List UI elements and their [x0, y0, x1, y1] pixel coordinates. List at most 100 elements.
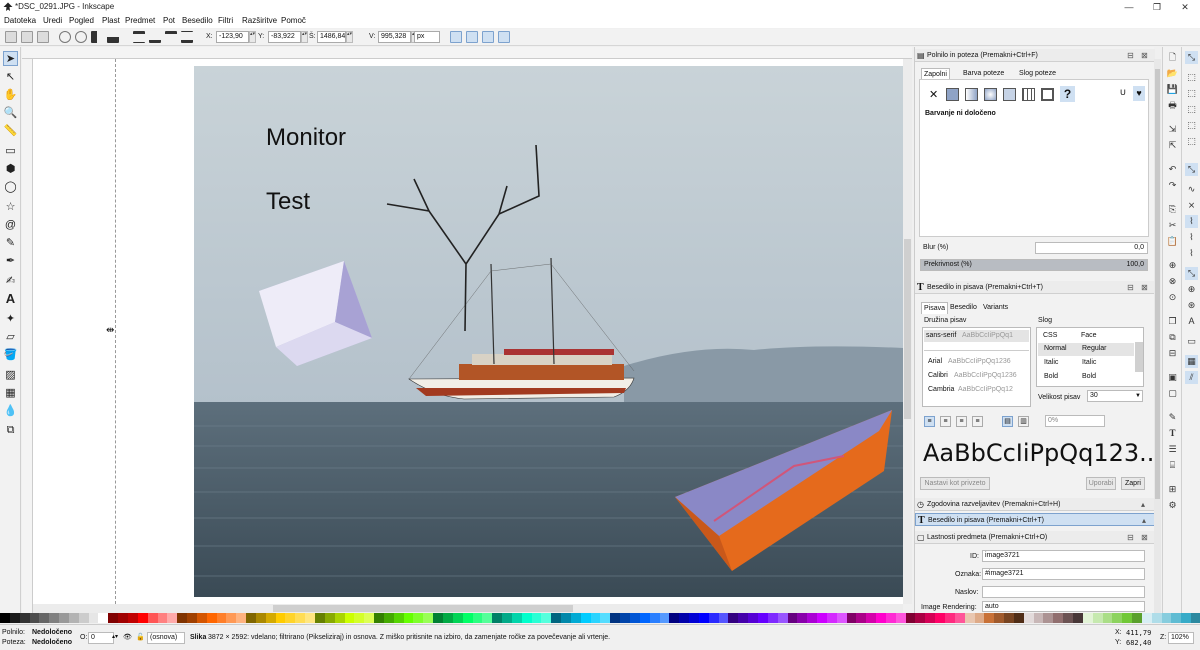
mesh-gradient-icon[interactable] — [1003, 88, 1016, 101]
color-swatch[interactable] — [295, 613, 306, 623]
color-swatch[interactable] — [1151, 613, 1162, 623]
dropper-tool-icon[interactable]: 💧 — [3, 403, 18, 418]
color-swatch[interactable] — [285, 613, 296, 623]
color-swatch[interactable] — [994, 613, 1005, 623]
color-swatch[interactable] — [49, 613, 60, 623]
embedded-photo[interactable]: Monitor Test — [194, 66, 903, 597]
color-swatch[interactable] — [767, 613, 778, 623]
horizontal-scroll-thumb[interactable] — [273, 605, 573, 612]
color-swatch[interactable] — [757, 613, 768, 623]
color-swatch[interactable] — [531, 613, 542, 623]
color-swatch[interactable] — [492, 613, 503, 623]
menu-uredi[interactable]: Uredi — [43, 16, 62, 25]
color-swatch[interactable] — [1191, 613, 1200, 623]
color-swatch[interactable] — [817, 613, 827, 623]
color-swatch[interactable] — [413, 613, 424, 623]
opacity-spinner[interactable]: ▴▾ — [112, 633, 118, 640]
import-icon[interactable]: ⇲ — [1166, 123, 1179, 136]
snap-others-icon[interactable]: ⤡ — [1185, 267, 1198, 280]
zoom-drawing-icon[interactable]: ⊗ — [1166, 275, 1179, 288]
maximize-button[interactable]: ❐ — [1143, 1, 1171, 13]
resize-handle-icon[interactable]: ⇹ — [106, 325, 114, 336]
paint-bucket-tool-icon[interactable]: 🪣 — [3, 347, 18, 362]
color-swatch[interactable] — [1043, 613, 1054, 623]
color-swatch[interactable] — [78, 613, 89, 623]
color-swatch[interactable] — [393, 613, 404, 623]
color-swatch[interactable] — [541, 613, 552, 623]
menu-pot[interactable]: Pot — [163, 16, 175, 25]
color-swatch[interactable] — [698, 613, 709, 623]
snap-bbox-center-icon[interactable]: ⬚ — [1185, 135, 1198, 148]
tab-variants[interactable]: Variants — [981, 302, 1010, 313]
menu-predmet[interactable]: Predmet — [125, 16, 155, 25]
color-swatch[interactable] — [1102, 613, 1113, 623]
color-swatch[interactable] — [157, 613, 168, 623]
scale-stroke-icon[interactable] — [450, 31, 462, 43]
color-swatch[interactable] — [649, 613, 660, 623]
color-swatch[interactable] — [137, 613, 148, 623]
group-icon[interactable]: ▣ — [1166, 371, 1179, 384]
tab-slog-poteze[interactable]: Slog poteze — [1017, 68, 1058, 79]
color-swatch[interactable] — [895, 613, 906, 623]
snap-paths-icon[interactable]: ∿ — [1185, 183, 1198, 196]
color-swatch[interactable] — [945, 613, 955, 623]
export-icon[interactable]: ⇱ — [1166, 139, 1179, 152]
flat-color-icon[interactable] — [946, 88, 959, 101]
print-icon[interactable]: 🖶 — [1166, 99, 1179, 112]
set-default-button[interactable]: Nastavi kot privzeto — [920, 477, 990, 490]
rectangle-tool-icon[interactable]: ▭ — [3, 143, 18, 158]
ellipse-tool-icon[interactable]: ◯ — [3, 179, 18, 194]
deselect-icon[interactable] — [37, 31, 49, 43]
vertical-text-icon[interactable]: ▥ — [1018, 416, 1029, 427]
layers-dialog-icon[interactable]: ☰ — [1166, 443, 1179, 456]
undo-history-header[interactable]: ◷ Zgodovina razveljavitev (Premakni+Ctrl… — [915, 498, 1155, 511]
color-swatch[interactable] — [275, 613, 286, 623]
vertical-scroll-thumb[interactable] — [904, 239, 911, 419]
color-swatch[interactable] — [423, 613, 434, 623]
eye-icon[interactable]: 👁 — [123, 633, 132, 641]
color-swatch[interactable] — [679, 613, 690, 623]
color-swatch[interactable] — [216, 613, 227, 623]
list-item[interactable]: Bold Bold — [1038, 371, 1134, 384]
color-swatch[interactable] — [1141, 613, 1152, 623]
flip-horizontal-icon[interactable] — [91, 31, 103, 43]
fill-rule-evenodd-icon[interactable]: ᑌ — [1120, 88, 1126, 97]
new-document-icon[interactable]: 🗋 — [1166, 51, 1179, 64]
color-swatch[interactable] — [0, 613, 10, 623]
xml-editor-icon[interactable]: ⌸ — [1166, 459, 1179, 472]
style-list-scrollbar[interactable] — [1135, 342, 1143, 372]
vertical-scrollbar[interactable] — [903, 59, 912, 604]
props-iconify-button[interactable]: ⊟ — [1127, 531, 1134, 544]
undo-icon[interactable]: ↶ — [1166, 163, 1179, 176]
menu-razsiritve[interactable]: Razširitve — [242, 16, 277, 25]
opacity-slider[interactable]: Prekrivnost (%) 100,0 — [920, 259, 1148, 271]
unset-paint-icon[interactable]: ? — [1060, 86, 1075, 102]
transform-gradients-icon[interactable] — [482, 31, 494, 43]
measure-tool-icon[interactable]: 📏 — [3, 123, 18, 138]
selector-tool-icon[interactable]: ➤ — [3, 51, 18, 66]
id-field[interactable]: image3721 — [982, 550, 1145, 562]
list-item[interactable]: Normal Regular — [1038, 343, 1134, 356]
horizontal-text-icon[interactable]: ▤ — [1002, 416, 1013, 427]
menu-pogled[interactable]: Pogled — [69, 16, 94, 25]
color-swatch[interactable] — [925, 613, 936, 623]
label-field[interactable]: #image3721 — [982, 568, 1145, 580]
duplicate-icon[interactable]: ❐ — [1166, 315, 1179, 328]
transform-patterns-icon[interactable] — [498, 31, 510, 43]
horizontal-scrollbar[interactable] — [33, 604, 903, 613]
snap-bbox-midpoint-icon[interactable]: ⬚ — [1185, 119, 1198, 132]
color-swatch[interactable] — [1004, 613, 1014, 623]
fill-status-value[interactable]: Nedoločeno — [32, 629, 72, 636]
color-swatch[interactable] — [570, 613, 581, 623]
color-swatch[interactable] — [708, 613, 719, 623]
color-swatch[interactable] — [177, 613, 188, 623]
ungroup-icon[interactable]: ▢ — [1166, 387, 1179, 400]
x-field[interactable]: -123,90 — [216, 31, 249, 43]
tab-barva-poteze[interactable]: Barva poteze — [961, 68, 1006, 79]
color-swatch[interactable] — [403, 613, 414, 623]
apply-button[interactable]: Uporabi — [1086, 477, 1116, 490]
color-swatch[interactable] — [1132, 613, 1142, 623]
pencil-tool-icon[interactable]: ✎ — [3, 235, 18, 250]
select-all-layers-icon[interactable] — [21, 31, 33, 43]
color-swatch[interactable] — [1033, 613, 1044, 623]
